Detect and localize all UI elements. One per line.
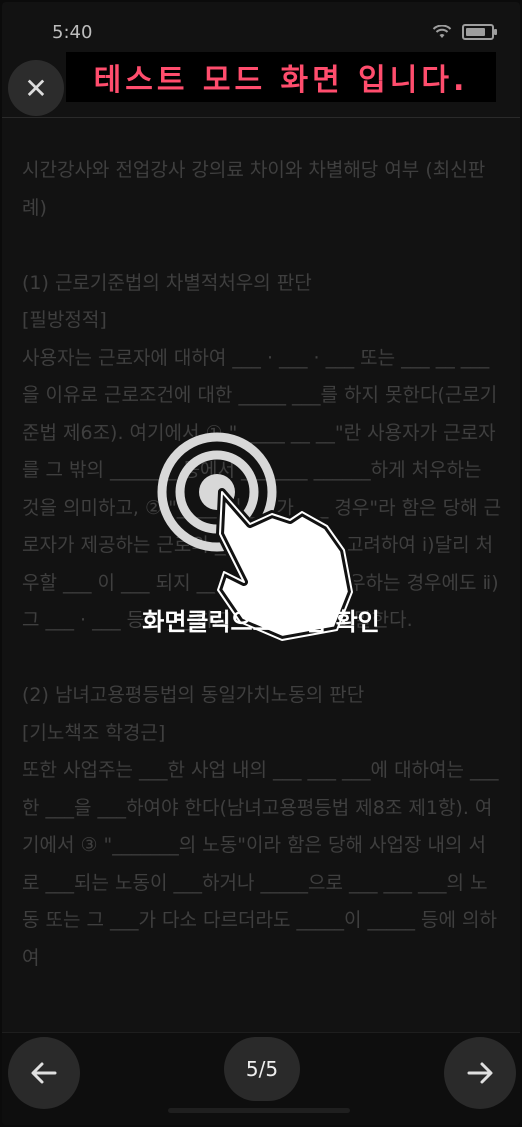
close-icon: ✕ [24, 71, 48, 105]
paragraph: 또한 사업주는 ___한 사업 내의 ___ ___ ___에 대하여는 ___… [22, 759, 499, 969]
next-button[interactable] [444, 1037, 516, 1109]
tap-hand-icon [157, 432, 356, 644]
wifi-icon [432, 25, 452, 38]
prev-button[interactable] [8, 1037, 80, 1109]
battery-icon [462, 24, 497, 40]
header-divider [2, 117, 520, 118]
app-frame: 5:40 ✕ 테스트 모드 화면 입니다. 시간강사와 전업강사 강의료 차이와… [2, 2, 520, 1125]
paragraph: [기노책조 학경근] [22, 721, 166, 744]
tap-hint-text[interactable]: 화면클릭으로 정답 확인 [2, 602, 520, 637]
test-mode-banner: 테스트 모드 화면 입니다. [66, 52, 496, 102]
paragraph: [필방정적] [22, 309, 107, 331]
paragraph: (1) 근로기준법의 차별적처우의 판단 [22, 271, 312, 294]
arrow-right-icon [467, 1062, 493, 1084]
status-icons [432, 24, 497, 40]
banner-text: 테스트 모드 화면 입니다. [93, 63, 469, 98]
close-button[interactable]: ✕ [8, 60, 64, 116]
status-bar: 5:40 [2, 2, 520, 56]
page-indicator: 5/5 [224, 1037, 300, 1101]
status-time: 5:40 [52, 22, 93, 43]
page-indicator-text: 5/5 [245, 1057, 279, 1081]
home-indicator [168, 1108, 350, 1113]
arrow-left-icon [31, 1062, 57, 1084]
paragraph: 시간강사와 전업강사 강의료 차이와 차별해당 여부 (최신판례) [22, 159, 486, 219]
paragraph: (2) 남녀고용평등법의 동일가치노동의 판단 [22, 684, 365, 706]
paragraph [22, 227, 502, 265]
